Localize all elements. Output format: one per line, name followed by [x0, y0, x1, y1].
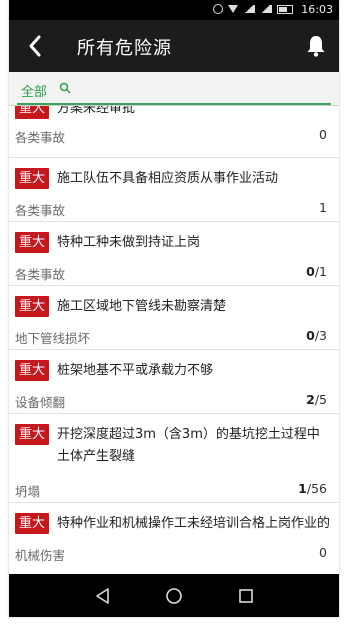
triangle-back-icon [96, 588, 109, 604]
phone-screen: 16:03 所有危险源 全部 重大 方案未经审批 各类事故 0 重大 施工队伍不… [9, 0, 339, 617]
severity-badge: 重大 [15, 424, 49, 445]
clock: 16:03 [301, 3, 333, 16]
severity-badge: 重大 [15, 513, 49, 534]
bell-icon [307, 36, 325, 57]
app-header: 所有危险源 [9, 20, 339, 72]
list-item[interactable]: 重大 特种工种未做到持证上岗 各类事故 0/1 [9, 222, 339, 286]
page-title: 所有危险源 [77, 38, 172, 59]
hazard-category: 各类事故 [15, 130, 66, 145]
hazard-category: 机械伤害 [15, 548, 66, 563]
nav-recents-button[interactable] [234, 584, 258, 608]
hazard-title: 施工区域地下管线未勘察清楚 [57, 299, 227, 314]
hazard-category: 设备倾翻 [15, 395, 66, 410]
hazard-category: 各类事故 [15, 267, 66, 282]
list-item[interactable]: 重大 施工区域地下管线未勘察清楚 地下管线损坏 0/3 [9, 286, 339, 350]
filter-label: 全部 [21, 85, 48, 100]
hazard-list: 重大 方案未经审批 各类事故 0 重大 施工队伍不具备相应资质从事作业活动 各类… [9, 106, 339, 574]
hazard-count: 0/3 [306, 328, 327, 343]
hazard-count: 0 [319, 545, 327, 560]
hazard-category: 各类事故 [15, 203, 66, 218]
system-nav-bar [9, 574, 339, 617]
hazard-title: 桩架地基不平或承载力不够 [57, 363, 214, 378]
back-button[interactable] [23, 32, 49, 60]
status-bar: 16:03 [9, 0, 339, 20]
wifi-icon [228, 5, 238, 13]
hazard-category: 地下管线损坏 [15, 331, 91, 346]
hazard-title: 施工队伍不具备相应资质从事作业活动 [57, 171, 279, 186]
hazard-title: 特种工种未做到持证上岗 [57, 235, 201, 250]
severity-badge: 重大 [15, 106, 49, 119]
circle-home-icon [166, 588, 182, 604]
status-icons [213, 4, 293, 14]
nav-back-button[interactable] [91, 584, 115, 608]
alarm-icon [213, 4, 223, 14]
severity-badge: 重大 [15, 360, 49, 381]
nav-home-button[interactable] [162, 584, 186, 608]
hazard-count: 2/5 [306, 392, 327, 407]
severity-badge: 重大 [15, 296, 49, 317]
severity-badge: 重大 [15, 168, 49, 189]
hazard-count: 1 [319, 200, 327, 215]
hazard-title: 开挖深度超过3m（含3m）的基坑挖土过程中土体产生裂缝 [57, 427, 320, 464]
filter-bar: 全部 [9, 72, 339, 106]
hazard-title: 方案未经审批 [57, 106, 136, 116]
list-item[interactable]: 重大 桩架地基不平或承载力不够 设备倾翻 2/5 [9, 350, 339, 414]
signal-icon-2 [260, 5, 272, 13]
notifications-button[interactable] [305, 34, 327, 58]
hazard-category: 坍塌 [15, 484, 41, 499]
hazard-count: 0/1 [306, 264, 327, 279]
hazard-count: 0 [319, 127, 327, 142]
signal-icon [243, 5, 255, 13]
list-item[interactable]: 重大 特种作业和机械操作工未经培训合格上岗作业的 机械伤害 0 [9, 503, 339, 574]
severity-badge: 重大 [15, 232, 49, 253]
back-arrow-icon [29, 35, 41, 57]
list-item[interactable]: 重大 开挖深度超过3m（含3m）的基坑挖土过程中土体产生裂缝 坍塌 1/56 [9, 414, 339, 503]
square-recents-icon [239, 589, 253, 603]
list-item[interactable]: 重大 施工队伍不具备相应资质从事作业活动 各类事故 1 [9, 158, 339, 222]
search-icon[interactable] [59, 82, 71, 94]
hazard-title: 特种作业和机械操作工未经培训合格上岗作业的 [57, 516, 331, 531]
hazard-count: 1/56 [298, 481, 327, 496]
battery-icon [277, 4, 293, 14]
filter-dropdown[interactable]: 全部 [17, 73, 331, 105]
list-item[interactable]: 重大 方案未经审批 各类事故 0 [9, 106, 339, 158]
